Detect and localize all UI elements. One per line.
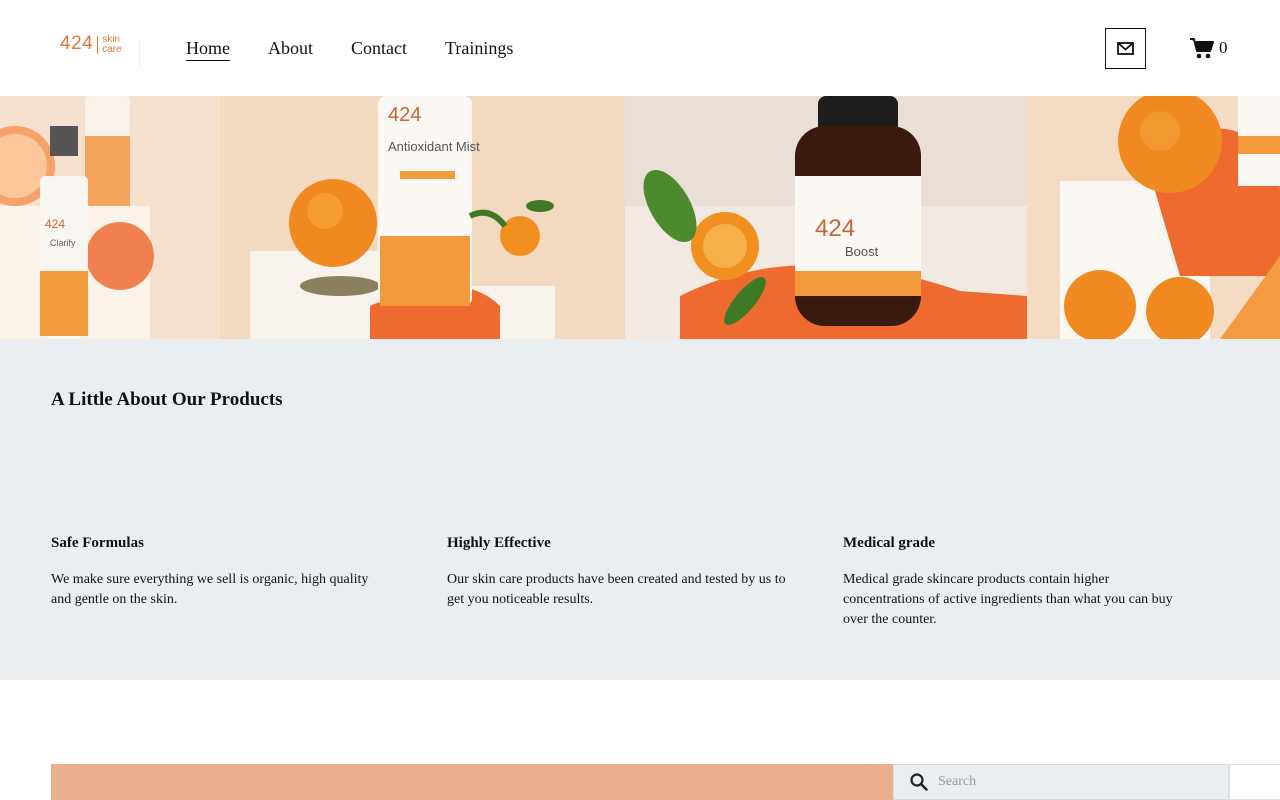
boost-name: Boost [845,244,879,259]
boost-brand: 424 [815,215,855,242]
about-products-section: A Little About Our Products Safe Formula… [0,339,1280,680]
mail-icon [1117,42,1134,55]
cart-icon [1190,38,1214,59]
feature-text: Medical grade skincare products contain … [843,572,1173,627]
nav-contact[interactable]: Contact [351,36,407,61]
mist-name: Antioxidant Mist [388,139,480,154]
feature-heading: Highly Effective [447,535,551,551]
feature-heading: Safe Formulas [51,535,144,551]
search-icon [910,773,928,791]
logo-words: skin care [102,33,121,55]
feature-safe-formulas: Safe Formulas We make sure everything we… [51,535,391,610]
site-header: 424 skin care Home About Contact Trainin… [0,0,1280,96]
mist-brand: 424 [388,104,421,126]
section-title: A Little About Our Products [51,389,283,410]
cart-button[interactable]: 0 [1189,36,1228,60]
clarify-brand: 424 [45,217,65,231]
logo-number: 424 [60,33,94,54]
side-panel-edge [1229,764,1280,800]
clarify-label: Clarify [50,238,76,248]
promo-banner-bar [51,764,893,800]
feature-highly-effective: Highly Effective Our skin care products … [447,535,787,610]
brand-logo[interactable]: 424 skin care [60,33,122,73]
cart-count: 0 [1219,38,1228,57]
nav-about[interactable]: About [268,36,313,61]
main-nav: Home About Contact Trainings [186,36,513,61]
logo-divider-bar [97,36,99,54]
feature-text: We make sure everything we sell is organ… [51,572,369,607]
feature-heading: Medical grade [843,535,936,551]
newsletter-button[interactable] [1105,28,1146,69]
feature-text: Our skin care products have been created… [447,572,786,607]
logo-word-care: care [102,44,122,55]
boost-bottle: 424 Boost [795,96,921,326]
nav-trainings[interactable]: Trainings [445,36,513,61]
search-box[interactable] [893,764,1229,800]
search-input[interactable] [938,774,1218,790]
hero-banner: 424 Clarify 424 Antioxidant Mist 424 Boo… [0,96,1280,339]
feature-medical-grade: Medical grade Medical grade skincare pro… [843,535,1173,630]
nav-home[interactable]: Home [186,36,230,61]
product-collage-image: 424 Clarify 424 Antioxidant Mist 424 Boo… [0,96,1280,339]
header-divider [139,40,140,70]
